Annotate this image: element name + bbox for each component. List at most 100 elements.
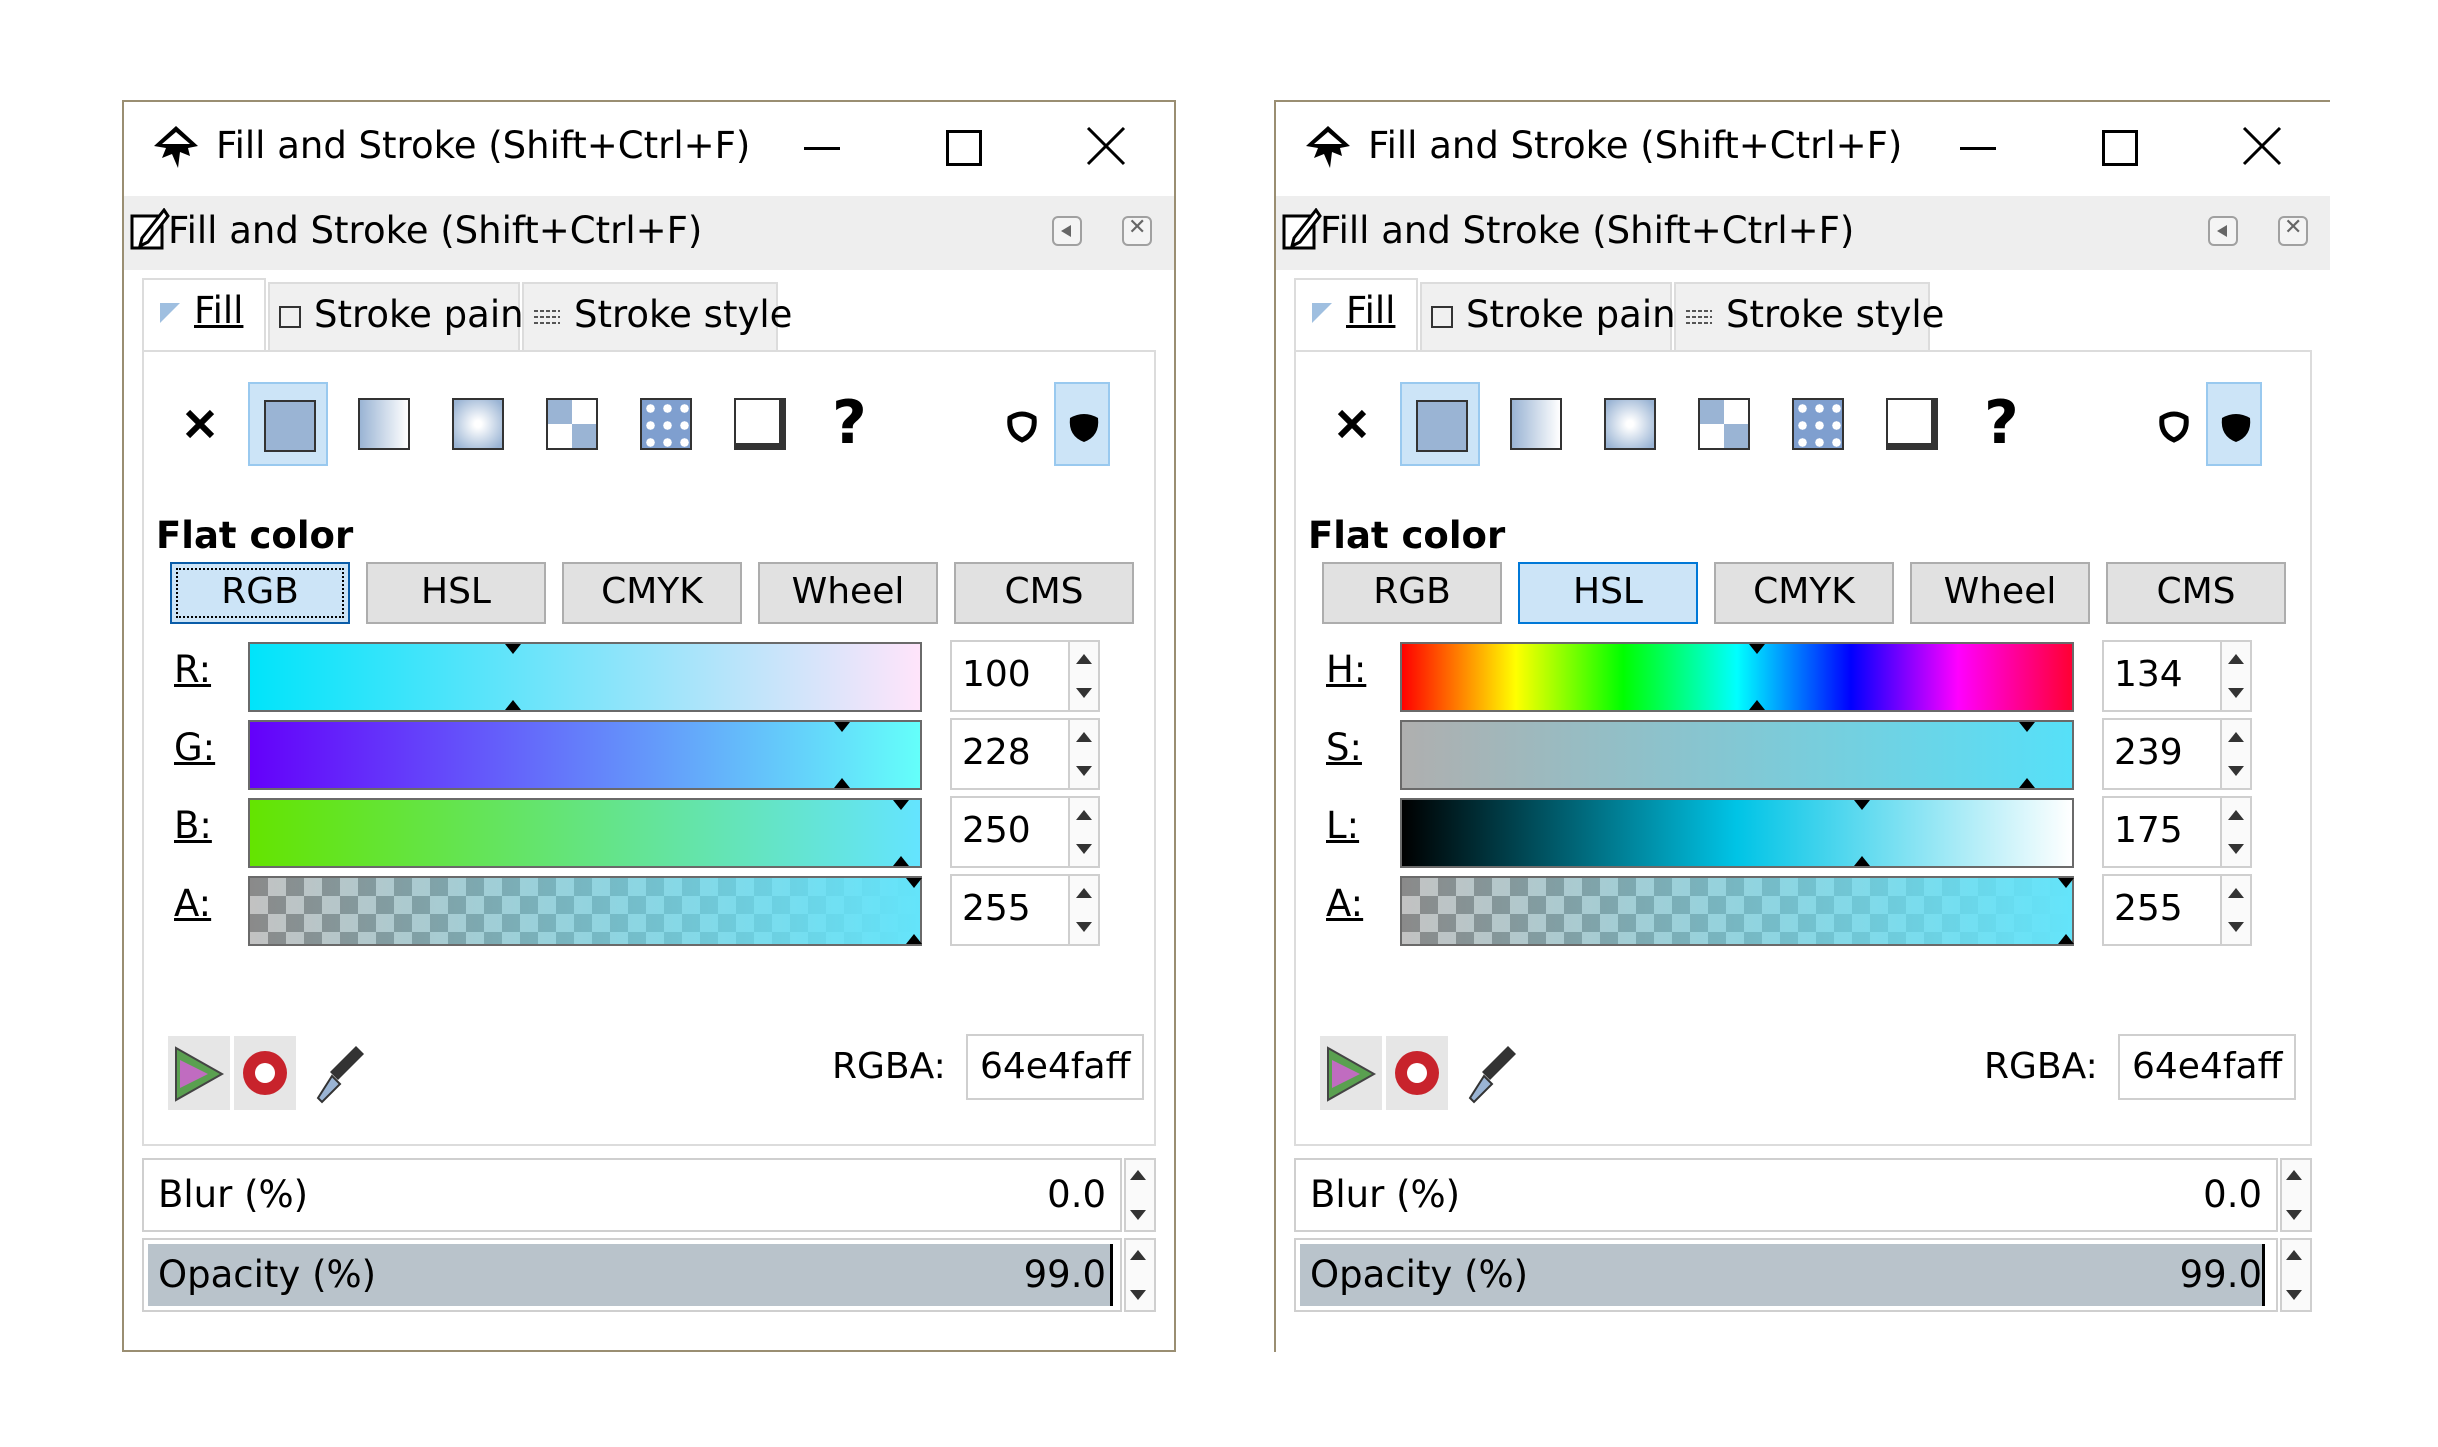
hue-value-input[interactable]: 134 <box>2102 640 2220 712</box>
radial-gradient-button[interactable] <box>1590 382 1670 466</box>
pattern-button[interactable] <box>532 382 612 466</box>
red-spinner[interactable] <box>1068 640 1100 712</box>
tab-rgb[interactable]: RGB <box>1322 562 1502 624</box>
fill-rule-evenodd-button[interactable] <box>2144 382 2204 466</box>
red-slider[interactable] <box>248 642 922 712</box>
slider-marker-bottom[interactable] <box>2019 778 2035 788</box>
pattern-button[interactable] <box>1684 382 1764 466</box>
no-paint-button[interactable] <box>162 382 242 466</box>
rgba-input[interactable]: 64e4faff <box>966 1034 1144 1100</box>
saturation-slider[interactable] <box>1400 720 2074 790</box>
dock-close-button[interactable] <box>1122 215 1152 246</box>
blue-value-input[interactable]: 250 <box>950 796 1068 868</box>
tab-stroke-style[interactable]: Stroke style <box>1674 282 1944 350</box>
unset-paint-button[interactable] <box>1872 382 1952 466</box>
tab-cmyk[interactable]: CMYK <box>1714 562 1894 624</box>
blue-spinner[interactable] <box>1068 796 1100 868</box>
slider-marker-bottom[interactable] <box>1749 700 1765 710</box>
saturation-value-input[interactable]: 239 <box>2102 718 2220 790</box>
slider-marker-top[interactable] <box>906 878 922 888</box>
tab-stroke-style[interactable]: Stroke style <box>522 282 792 350</box>
tab-hsl[interactable]: HSL <box>366 562 546 624</box>
radial-gradient-button[interactable] <box>438 382 518 466</box>
alpha-slider[interactable] <box>248 876 922 946</box>
tab-wheel[interactable]: Wheel <box>758 562 938 624</box>
minimize-button[interactable] <box>1938 114 2018 180</box>
tab-wheel[interactable]: Wheel <box>1910 562 2090 624</box>
alpha-slider[interactable] <box>1400 876 2074 946</box>
dock-iconify-button[interactable] <box>1052 216 1082 246</box>
slider-marker-top[interactable] <box>834 722 850 732</box>
tab-hsl[interactable]: HSL <box>1518 562 1698 624</box>
blur-spinner[interactable] <box>2280 1158 2312 1232</box>
color-managed-button[interactable] <box>168 1036 230 1110</box>
blur-field[interactable]: Blur (%) 0.0 <box>142 1158 1122 1232</box>
title-bar[interactable]: Fill and Stroke (Shift+Ctrl+F) <box>124 102 1174 194</box>
lightness-value-input[interactable]: 175 <box>2102 796 2220 868</box>
lightness-slider[interactable] <box>1400 798 2074 868</box>
blue-slider[interactable] <box>248 798 922 868</box>
hue-slider[interactable] <box>1400 642 2074 712</box>
rgba-input[interactable]: 64e4faff <box>2118 1034 2296 1100</box>
color-managed-button[interactable] <box>1320 1036 1382 1110</box>
linear-gradient-button[interactable] <box>1496 382 1576 466</box>
tab-cms[interactable]: CMS <box>954 562 1134 624</box>
slider-marker-bottom[interactable] <box>2058 934 2074 944</box>
dock-iconify-button[interactable] <box>2208 216 2238 246</box>
slider-marker-bottom[interactable] <box>505 700 521 710</box>
opacity-spinner[interactable] <box>1124 1238 1156 1312</box>
green-value-input[interactable]: 228 <box>950 718 1068 790</box>
alpha-value-input[interactable]: 255 <box>2102 874 2220 946</box>
swatch-button[interactable] <box>626 382 706 466</box>
tab-cmyk[interactable]: CMYK <box>562 562 742 624</box>
slider-marker-top[interactable] <box>1749 644 1765 654</box>
alpha-spinner[interactable] <box>1068 874 1100 946</box>
slider-marker-bottom[interactable] <box>906 934 922 944</box>
saturation-spinner[interactable] <box>2220 718 2252 790</box>
tab-rgb[interactable]: RGB <box>170 562 350 624</box>
slider-marker-top[interactable] <box>505 644 521 654</box>
close-button[interactable] <box>1066 114 1146 180</box>
flat-color-button[interactable] <box>248 382 328 466</box>
fill-rule-nonzero-button[interactable] <box>1054 382 1110 466</box>
no-paint-button[interactable] <box>1314 382 1394 466</box>
slider-marker-bottom[interactable] <box>834 778 850 788</box>
out-of-gamut-button[interactable] <box>1386 1036 1448 1110</box>
blur-field[interactable]: Blur (%) 0.0 <box>1294 1158 2278 1232</box>
tab-stroke-paint[interactable]: Stroke paint <box>1420 282 1690 350</box>
flat-color-button[interactable] <box>1400 382 1480 466</box>
opacity-spinner[interactable] <box>2280 1238 2312 1312</box>
minimize-button[interactable] <box>782 114 862 180</box>
alpha-value-input[interactable]: 255 <box>950 874 1068 946</box>
tab-stroke-paint[interactable]: Stroke paint <box>268 282 538 350</box>
opacity-field[interactable]: Opacity (%) 99.0 <box>1294 1238 2278 1312</box>
maximize-button[interactable] <box>924 114 1004 180</box>
lightness-spinner[interactable] <box>2220 796 2252 868</box>
unset-paint-button[interactable] <box>720 382 800 466</box>
dock-close-button[interactable] <box>2278 215 2308 246</box>
out-of-gamut-button[interactable] <box>234 1036 296 1110</box>
linear-gradient-button[interactable] <box>344 382 424 466</box>
fill-rule-evenodd-button[interactable] <box>992 382 1052 466</box>
maximize-button[interactable] <box>2080 114 2160 180</box>
slider-marker-bottom[interactable] <box>893 856 909 866</box>
green-spinner[interactable] <box>1068 718 1100 790</box>
slider-marker-top[interactable] <box>1854 800 1870 810</box>
opacity-field[interactable]: Opacity (%) 99.0 <box>142 1238 1122 1312</box>
tab-fill[interactable]: Fill <box>1294 278 1418 352</box>
slider-marker-top[interactable] <box>2019 722 2035 732</box>
alpha-spinner[interactable] <box>2220 874 2252 946</box>
slider-marker-top[interactable] <box>2058 878 2074 888</box>
slider-marker-top[interactable] <box>893 800 909 810</box>
swatch-button[interactable] <box>1778 382 1858 466</box>
color-picker-button[interactable] <box>1460 1036 1522 1110</box>
tab-cms[interactable]: CMS <box>2106 562 2286 624</box>
blur-spinner[interactable] <box>1124 1158 1156 1232</box>
close-button[interactable] <box>2222 114 2302 180</box>
title-bar[interactable]: Fill and Stroke (Shift+Ctrl+F) <box>1276 102 2330 194</box>
hue-spinner[interactable] <box>2220 640 2252 712</box>
green-slider[interactable] <box>248 720 922 790</box>
color-picker-button[interactable] <box>308 1036 370 1110</box>
slider-marker-bottom[interactable] <box>1854 856 1870 866</box>
unknown-paint-button[interactable]: ? <box>814 382 894 466</box>
